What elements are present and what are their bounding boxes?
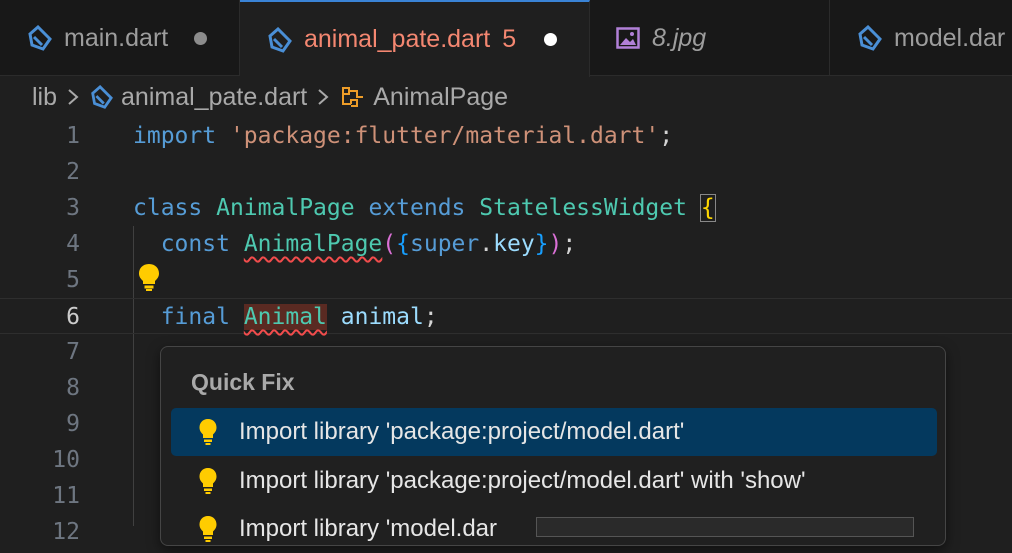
- dart-file-icon: [268, 26, 292, 53]
- tab-label: model.dar: [894, 23, 1006, 52]
- code-line[interactable]: 3 class AnimalPage extends StatelessWidg…: [0, 190, 1012, 226]
- bracket: }: [534, 231, 549, 257]
- tab-main-dart[interactable]: main.dart: [0, 0, 240, 76]
- class-symbol-icon: [342, 87, 364, 107]
- dart-file-icon: [858, 25, 882, 51]
- quick-fix-item[interactable]: Import library 'package:project/model.da…: [171, 408, 937, 456]
- editor-tab-bar: main.dart animal_pate.dart 5 8.jpg model…: [0, 0, 1012, 77]
- quick-fix-label: Import library 'package:project/model.da…: [239, 418, 685, 445]
- string-literal: 'package:flutter/material.dart': [229, 123, 660, 149]
- tab-animal-pate-dart[interactable]: animal_pate.dart 5: [240, 0, 590, 77]
- problem-count-badge: 5: [502, 25, 517, 53]
- breadcrumb: lib animal_pate.dart AnimalPage: [0, 76, 1012, 118]
- quick-fix-menu: Quick Fix Import library 'package:projec…: [160, 346, 946, 546]
- class-name: StatelessWidget: [479, 195, 687, 221]
- bracket: ): [548, 231, 563, 257]
- punctuation: ;: [562, 231, 577, 257]
- error-type: Animal: [243, 304, 327, 330]
- line-number: 1: [66, 123, 80, 149]
- lightbulb-icon: [199, 419, 217, 445]
- line-number: 11: [52, 483, 80, 509]
- quick-fix-title: Quick Fix: [191, 369, 295, 395]
- code-line[interactable]: 1 import 'package:flutter/material.dart'…: [0, 118, 1012, 154]
- unsaved-dot-icon[interactable]: [194, 31, 208, 45]
- line-number: 7: [66, 339, 80, 365]
- line-number: 8: [66, 375, 80, 401]
- keyword: class: [133, 195, 203, 221]
- dart-file-icon: [91, 85, 113, 109]
- lightbulb-icon: [199, 516, 217, 542]
- breadcrumb-folder[interactable]: lib: [32, 83, 57, 112]
- tab-label: animal_pate.dart: [304, 25, 491, 53]
- hover-tooltip: [536, 517, 914, 537]
- tab-8-jpg[interactable]: 8.jpg: [590, 0, 830, 76]
- lightbulb-icon: [199, 468, 217, 494]
- keyword: final: [160, 304, 230, 330]
- bracket: {: [699, 194, 716, 222]
- identifier: key: [493, 231, 535, 257]
- quick-fix-item[interactable]: Import library 'package:project/model.da…: [171, 457, 937, 505]
- breadcrumb-file[interactable]: animal_pate.dart: [121, 83, 307, 112]
- error-constructor: AnimalPage: [243, 231, 383, 257]
- code-line[interactable]: 4 const AnimalPage({super.key});: [0, 226, 1012, 262]
- tab-model-dart[interactable]: model.dar: [830, 0, 1012, 76]
- quick-fix-label: Import library 'package:project/model.da…: [239, 467, 806, 494]
- breadcrumb-symbol[interactable]: AnimalPage: [373, 83, 508, 112]
- line-number: 2: [66, 159, 80, 185]
- line-number: 9: [66, 411, 80, 437]
- chevron-right-icon: [318, 89, 329, 105]
- unsaved-dot-icon[interactable]: [544, 33, 558, 46]
- keyword: extends: [368, 195, 466, 221]
- line-number: 12: [52, 519, 80, 545]
- identifier: animal: [340, 304, 424, 330]
- keyword: super: [410, 231, 480, 257]
- chevron-right-icon: [68, 89, 79, 105]
- lightbulb-icon[interactable]: [136, 262, 162, 292]
- punctuation: .: [479, 231, 494, 257]
- dart-file-icon: [28, 25, 52, 51]
- tab-label: 8.jpg: [652, 23, 707, 52]
- keyword: import: [133, 123, 217, 149]
- line-number: 4: [66, 231, 80, 257]
- line-number: 6: [66, 304, 80, 330]
- quick-fix-label: Import library 'model.dar: [239, 515, 497, 542]
- bracket: {: [396, 231, 411, 257]
- punctuation: ;: [423, 304, 438, 330]
- line-number: 3: [66, 195, 80, 221]
- class-name: AnimalPage: [216, 195, 355, 221]
- image-file-icon: [616, 27, 640, 49]
- code-line[interactable]: 2: [0, 154, 1012, 190]
- punctuation: ;: [659, 123, 674, 149]
- line-number: 10: [52, 447, 80, 473]
- line-number: 5: [66, 267, 80, 293]
- tab-label: main.dart: [64, 23, 169, 52]
- code-line-current[interactable]: 6 final Animal animal;: [0, 298, 1012, 334]
- keyword: const: [160, 231, 230, 257]
- bracket: (: [382, 231, 397, 257]
